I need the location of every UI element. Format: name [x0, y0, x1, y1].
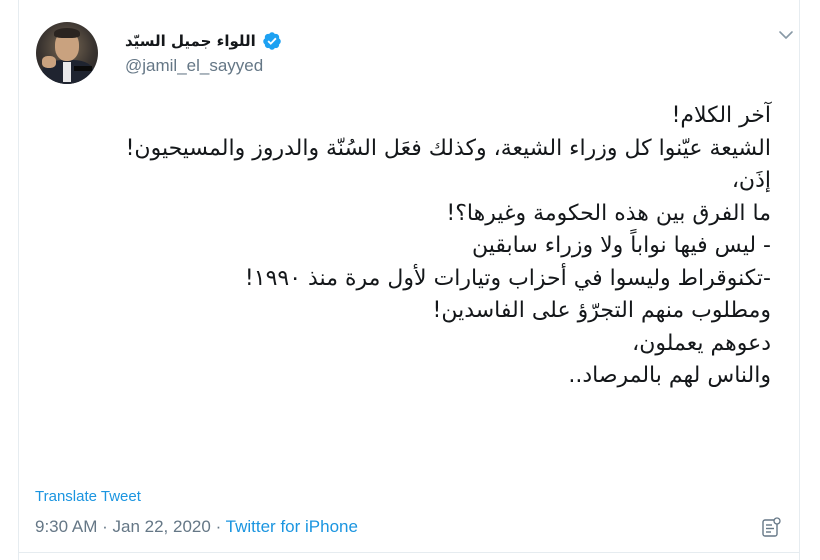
tweet-analytics-icon[interactable] — [761, 516, 783, 540]
author-name-row[interactable]: اللواء جميل السيّد — [125, 30, 282, 52]
tweet-text: آخر الكلام! الشيعة عيّنوا كل وزراء الشيع… — [31, 100, 771, 393]
meta-separator: · — [215, 517, 222, 536]
avatar-shirt-shape — [63, 62, 71, 82]
translate-tweet-link[interactable]: Translate Tweet — [35, 488, 141, 505]
tweet-line: والناس لهم بالمرصاد.. — [568, 363, 771, 388]
tweet-line: -تكنوقراط وليسوا في أحزاب وتيارات لأول م… — [244, 265, 771, 291]
tweet-line: آخر الكلام! — [671, 103, 771, 128]
verified-badge-icon — [263, 32, 281, 50]
tweet-source-link[interactable]: Twitter for iPhone — [226, 517, 358, 536]
tweet-line: ما الفرق بين هذه الحكومة وغيرها؟! — [446, 200, 771, 226]
chevron-down-icon[interactable] — [777, 28, 795, 42]
tweet-line: الشيعة عيّنوا كل وزراء الشيعة، وكذلك فعَ… — [125, 135, 771, 161]
tweet-meta: 9:30 AM · Jan 22, 2020 · Twitter for iPh… — [35, 517, 358, 537]
tweet-card: اللواء جميل السيّد @jamil_el_sayyed آخر … — [18, 0, 800, 560]
avatar-microphone-shape — [74, 66, 92, 71]
tweet-line: ومطلوب منهم التجرّؤ على الفاسدين! — [432, 298, 771, 323]
tweet-line: - ليس فيها نواباً ولا وزراء سابقين — [472, 233, 771, 258]
avatar-hand-shape — [42, 56, 56, 68]
meta-separator: · — [102, 517, 108, 536]
author-handle[interactable]: @jamil_el_sayyed — [125, 56, 263, 76]
avatar-hair-shape — [54, 28, 80, 38]
author-display-name[interactable]: اللواء جميل السيّد — [125, 32, 256, 50]
tweet-line: دعوهم يعملون، — [632, 330, 771, 356]
tweet-date[interactable]: Jan 22, 2020 — [113, 517, 211, 536]
tweet-line: إذَن، — [731, 168, 771, 193]
avatar[interactable] — [36, 22, 98, 84]
divider — [19, 552, 799, 553]
tweet-time[interactable]: 9:30 AM — [35, 517, 97, 536]
